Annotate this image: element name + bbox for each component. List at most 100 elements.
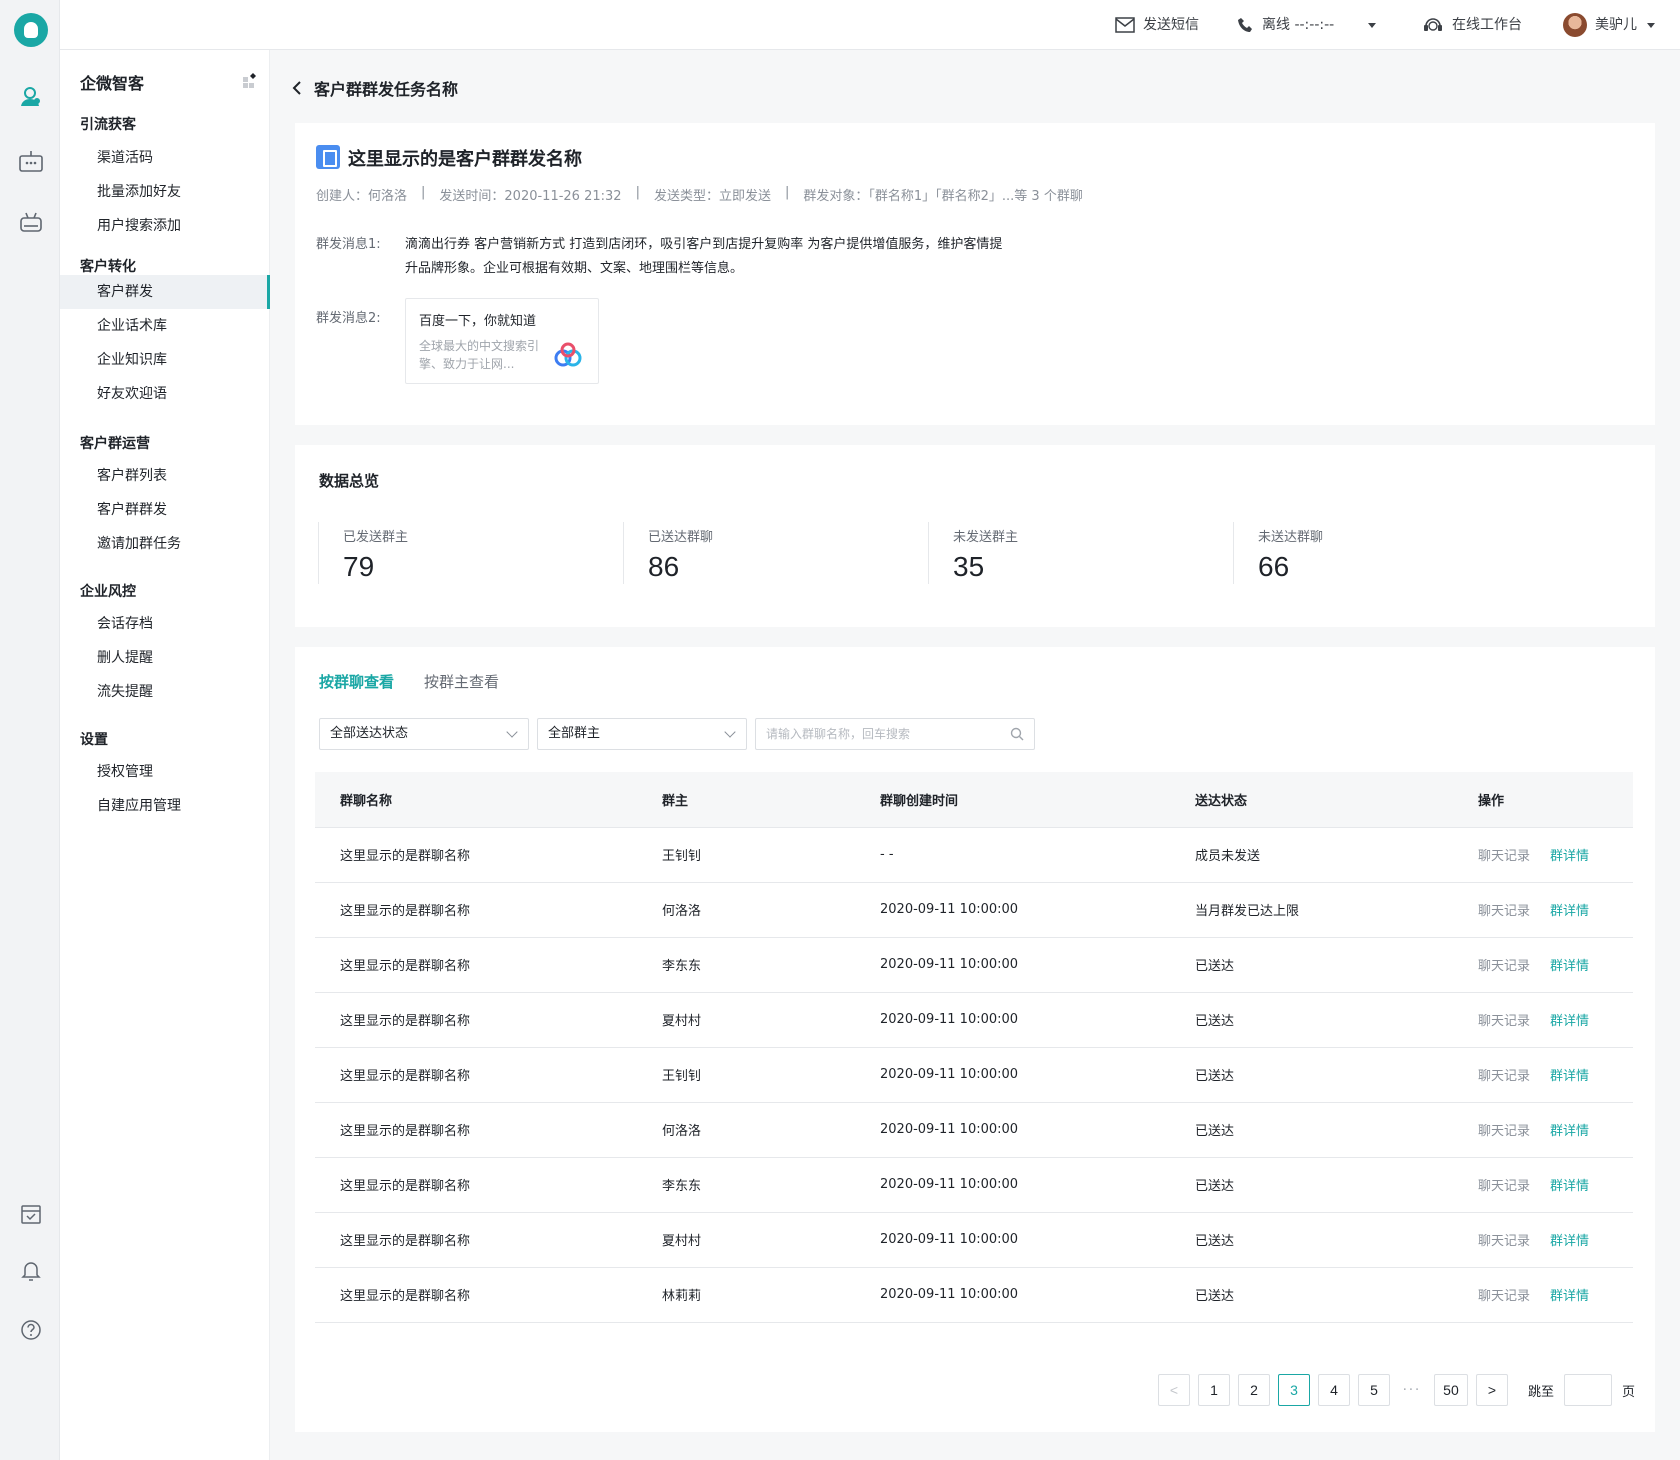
- app-logo-icon[interactable]: [14, 13, 48, 47]
- stat-value: 66: [1258, 551, 1290, 582]
- group-detail-link[interactable]: 群详情: [1550, 904, 1589, 919]
- group-detail-link[interactable]: 群详情: [1550, 959, 1589, 974]
- col-created-time: 群聊创建时间: [855, 772, 1170, 828]
- page-button-50[interactable]: 50: [1433, 1374, 1468, 1406]
- online-workbench-button[interactable]: 在线工作台: [1422, 15, 1522, 35]
- sidebar-item-knowledge-base[interactable]: 企业知识库: [60, 343, 270, 377]
- task-send-type: 发送类型：立即发送: [653, 189, 771, 204]
- cell-created-time: - -: [855, 827, 1170, 883]
- tab-by-owner[interactable]: 按群主查看: [424, 671, 499, 692]
- chat-record-link[interactable]: 聊天记录: [1478, 1179, 1530, 1194]
- robot-icon[interactable]: [18, 210, 44, 234]
- sidebar-item-channel-code[interactable]: 渠道活码: [60, 141, 270, 175]
- headset-icon: [1424, 18, 1442, 31]
- group-detail-link[interactable]: 群详情: [1550, 849, 1589, 864]
- cell-owner: 林莉莉: [637, 1267, 855, 1323]
- sidebar-item-welcome-message[interactable]: 好友欢迎语: [60, 377, 270, 411]
- sidebar-item-user-search[interactable]: 用户搜索添加: [60, 209, 270, 243]
- sidebar-item-custom-app[interactable]: 自建应用管理: [60, 789, 270, 823]
- sidebar-group-group-ops: 客户群运营: [80, 436, 150, 452]
- chat-record-link[interactable]: 聊天记录: [1478, 904, 1530, 919]
- task-meta: 创建人：何洛洛 | 发送时间：2020-11-26 21:32 | 发送类型：立…: [316, 185, 1083, 204]
- call-status-dropdown[interactable]: 离线 --:--:--: [1238, 15, 1378, 35]
- chat-record-link[interactable]: 聊天记录: [1478, 1124, 1530, 1139]
- chat-robot-icon[interactable]: [18, 150, 44, 174]
- stat-undelivered-groups: 未送达群聊 66: [1233, 522, 1513, 584]
- group-detail-link[interactable]: 群详情: [1550, 1234, 1589, 1249]
- caret-down-icon: [1647, 23, 1655, 28]
- calendar-icon[interactable]: [18, 1202, 44, 1226]
- bell-icon[interactable]: [18, 1258, 44, 1282]
- cell-status: 已送达: [1170, 1102, 1453, 1158]
- cell-status: 已送达: [1170, 1212, 1453, 1268]
- task-info-card: 这里显示的是客户群群发名称 创建人：何洛洛 | 发送时间：2020-11-26 …: [295, 123, 1655, 425]
- send-sms-button[interactable]: 发送短信: [1115, 15, 1199, 35]
- task-creator: 创建人：何洛洛: [316, 189, 408, 204]
- cell-actions: 聊天记录 群详情: [1453, 1157, 1633, 1213]
- chat-record-link[interactable]: 聊天记录: [1478, 1234, 1530, 1249]
- chat-record-link[interactable]: 聊天记录: [1478, 959, 1530, 974]
- sidebar-group-risk: 企业风控: [80, 584, 136, 600]
- search-icon[interactable]: [1010, 727, 1024, 741]
- collapse-sidebar-icon[interactable]: [242, 72, 258, 88]
- sidebar-item-churn-alert[interactable]: 流失提醒: [60, 675, 270, 709]
- chat-record-link[interactable]: 聊天记录: [1478, 849, 1530, 864]
- status-filter-select[interactable]: 全部送达状态: [319, 718, 529, 750]
- cell-owner: 李东东: [637, 1157, 855, 1213]
- prev-page-button[interactable]: <: [1157, 1374, 1190, 1406]
- link-description: 全球最大的中文搜索引擎、致力于让网...: [419, 339, 540, 371]
- group-detail-link[interactable]: 群详情: [1550, 1069, 1589, 1084]
- stat-unsent-owners: 未发送群主 35: [928, 522, 1208, 584]
- table-row: 这里显示的是群聊名称 何洛洛 2020-09-11 10:00:00 当月群发已达上限…: [315, 882, 1633, 938]
- send-sms-label: 发送短信: [1143, 17, 1199, 33]
- cell-status: 成员未发送: [1170, 827, 1453, 883]
- page-button-5[interactable]: 5: [1357, 1374, 1390, 1406]
- sidebar-item-auth-management[interactable]: 授权管理: [60, 755, 270, 789]
- sidebar-item-script-library[interactable]: 企业话术库: [60, 309, 270, 343]
- jump-page-input[interactable]: [1563, 1374, 1612, 1406]
- cell-status: 当月群发已达上限: [1170, 882, 1453, 938]
- group-detail-link[interactable]: 群详情: [1550, 1179, 1589, 1194]
- sidebar-item-group-broadcast[interactable]: 客户群群发: [60, 493, 270, 527]
- sidebar-group-conversion: 客户转化: [80, 259, 136, 275]
- sidebar-item-chat-archive[interactable]: 会话存档: [60, 607, 270, 641]
- tab-by-group[interactable]: 按群聊查看: [319, 671, 394, 692]
- group-detail-link[interactable]: 群详情: [1550, 1289, 1589, 1304]
- page-button-2[interactable]: 2: [1237, 1374, 1270, 1406]
- link-message-card[interactable]: 百度一下，你就知道 全球最大的中文搜索引擎、致力于让网...: [405, 298, 599, 384]
- sidebar-item-group-list[interactable]: 客户群列表: [60, 459, 270, 493]
- table-row: 这里显示的是群聊名称 何洛洛 2020-09-11 10:00:00 已送达 聊天记录 群…: [315, 1102, 1633, 1158]
- sidebar-item-customer-broadcast[interactable]: 客户群发: [60, 275, 270, 309]
- stat-value: 86: [648, 551, 680, 582]
- next-page-button[interactable]: >: [1475, 1374, 1508, 1406]
- stat-label: 已送达群聊: [648, 530, 714, 545]
- customer-icon[interactable]: [18, 85, 44, 109]
- chat-record-link[interactable]: 聊天记录: [1478, 1014, 1530, 1029]
- sidebar-item-delete-alert[interactable]: 删人提醒: [60, 641, 270, 675]
- user-menu[interactable]: 美驴儿: [1563, 13, 1657, 37]
- group-detail-link[interactable]: 群详情: [1550, 1014, 1589, 1029]
- message1-label: 群发消息1:: [316, 237, 381, 252]
- cell-status: 已送达: [1170, 1157, 1453, 1213]
- group-detail-link[interactable]: 群详情: [1550, 1124, 1589, 1139]
- stat-value: 35: [953, 551, 985, 582]
- cell-created-time: 2020-09-11 10:00:00: [855, 882, 1170, 938]
- sidebar-item-batch-add[interactable]: 批量添加好友: [60, 175, 270, 209]
- task-title: 这里显示的是客户群群发名称: [348, 149, 582, 170]
- owner-filter-select[interactable]: 全部群主: [537, 718, 747, 750]
- page-button-1[interactable]: 1: [1197, 1374, 1230, 1406]
- cell-actions: 聊天记录 群详情: [1453, 1267, 1633, 1323]
- chat-record-link[interactable]: 聊天记录: [1478, 1289, 1530, 1304]
- avatar: [1563, 13, 1587, 37]
- sidebar-item-invite-task[interactable]: 邀请加群任务: [60, 527, 270, 561]
- cell-actions: 聊天记录 群详情: [1453, 1212, 1633, 1268]
- overview-title: 数据总览: [319, 472, 380, 490]
- page-button-3[interactable]: 3: [1277, 1374, 1310, 1406]
- back-navigation[interactable]: 客户群群发任务名称: [292, 76, 458, 100]
- page-button-4[interactable]: 4: [1317, 1374, 1350, 1406]
- search-input[interactable]: [756, 719, 996, 749]
- chat-record-link[interactable]: 聊天记录: [1478, 1069, 1530, 1084]
- help-icon[interactable]: [18, 1318, 44, 1342]
- table-row: 这里显示的是群聊名称 夏村村 2020-09-11 10:00:00 已送达 聊天记录 群…: [315, 992, 1633, 1048]
- page-jump: 跳至 页: [1528, 1374, 1635, 1406]
